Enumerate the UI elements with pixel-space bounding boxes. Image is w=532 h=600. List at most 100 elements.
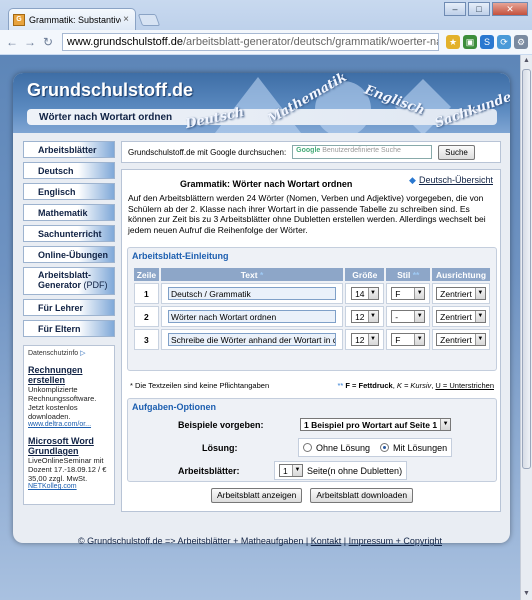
close-window-icon[interactable]: ✕ (492, 2, 528, 16)
style-cell: F ▼ (386, 283, 430, 304)
legend-f: F = Fettdruck (345, 381, 393, 390)
solution-label: Lösung: (202, 442, 238, 453)
star-icon[interactable]: ★ (446, 35, 460, 49)
text-input-2[interactable]: Wörter nach Wortart ordnen (167, 310, 336, 323)
radio-mit-loesungen[interactable] (380, 443, 390, 452)
ad-title-1[interactable]: Rechnungen erstellen (28, 365, 110, 385)
text-input-3[interactable]: Schreibe die Wörter anhand der Wortart i… (167, 333, 336, 346)
size-select-1[interactable]: 14 ▼ (351, 287, 379, 300)
reload-icon[interactable]: ↻ (40, 34, 56, 50)
intro-text: Auf den Arbeitsblättern werden 24 Wörter… (128, 193, 486, 235)
skype-icon[interactable]: S (480, 35, 494, 49)
browser-tab[interactable]: G Grammatik: Substantive, V × (8, 8, 136, 30)
sidebar-item-fuer-lehrer[interactable]: Für Lehrer (23, 299, 115, 316)
wrench-icon[interactable]: ⚙ (514, 35, 528, 49)
row-number: 2 (134, 306, 159, 327)
col-text-ast: * (259, 269, 264, 280)
options-section: Aufgaben-Optionen Beispiele vorgeben: 1 … (127, 398, 497, 482)
radio-ohne-label: Ohne Lösung (316, 442, 371, 453)
ad-text-1: Unkomplizierte Rechnungssoftware. Jetzt … (28, 385, 97, 421)
deutsch-overview-label: Deutsch-Übersicht (418, 175, 493, 185)
dropdown-arrow-icon: ▼ (367, 311, 378, 322)
align-cell: Zentriert ▼ (431, 306, 490, 327)
sidebar-item-generator[interactable]: Arbeitsblatt-Generator (PDF) (23, 267, 115, 295)
scroll-thumb[interactable] (522, 69, 531, 469)
sheets-select[interactable]: 1 ▼ (279, 464, 303, 477)
deutsch-overview-link[interactable]: ◆ Deutsch-Übersicht (409, 175, 493, 186)
sidebar-item-fuer-eltern[interactable]: Für Eltern (23, 320, 115, 337)
style-select-2[interactable]: - ▼ (391, 310, 426, 323)
examples-value: 1 Beispiel pro Wortart auf Seite 1 (304, 419, 438, 430)
align-select-3[interactable]: Zentriert ▼ (436, 333, 486, 346)
row-number: 3 (134, 329, 159, 350)
legend-ast: ** (337, 381, 344, 390)
style-select-1[interactable]: F ▼ (391, 287, 426, 300)
sidebar-item-arbeitsblaetter[interactable]: Arbeitsblätter (23, 141, 115, 158)
sidebar-item-mathematik[interactable]: Mathematik (23, 204, 115, 221)
search-input[interactable]: Google Benutzerdefinierte Suche (292, 145, 433, 159)
align-select-2[interactable]: Zentriert ▼ (436, 310, 486, 323)
sync-icon[interactable]: ⟳ (497, 35, 511, 49)
footer-kontakt-link[interactable]: Kontakt (311, 536, 342, 546)
radio-ohne-loesung[interactable] (303, 443, 312, 452)
search-placeholder: Benutzerdefinierte Suche (322, 147, 401, 154)
dropdown-arrow-icon: ▼ (440, 419, 451, 430)
align-select-1[interactable]: Zentriert ▼ (436, 287, 486, 300)
col-groesse: Größe (345, 268, 385, 281)
legend-k: K = Kursiv (396, 381, 432, 390)
col-text-label: Text (240, 269, 258, 280)
page-title: Grammatik: Wörter nach Wortart ordnen (180, 179, 353, 189)
maximize-icon[interactable]: □ (468, 2, 490, 16)
legend-right: ** F = Fettdruck, K = Kursiv, U = Unters… (337, 381, 494, 390)
dropdown-arrow-icon: ▼ (474, 288, 485, 299)
style-select-3[interactable]: F ▼ (391, 333, 426, 346)
back-icon[interactable]: ← (4, 34, 20, 50)
scroll-up-icon[interactable]: ▲ (521, 55, 532, 67)
show-worksheet-button[interactable]: Arbeitsblatt anzeigen (210, 488, 303, 503)
ad-choices[interactable]: Datenschutzinfo ▷ (28, 349, 110, 357)
dropdown-arrow-icon: ▼ (474, 334, 485, 345)
tab-close-icon[interactable]: × (121, 14, 131, 25)
col-text: Text * (160, 268, 344, 281)
text-cell: Schreibe die Wörter anhand der Wortart i… (160, 329, 344, 350)
site-header: Grundschulstoff.de Wörter nach Wortart o… (13, 73, 510, 133)
solution-row: Lösung: Ohne Lösung Mit Lösungen (202, 438, 453, 457)
examples-select[interactable]: 1 Beispiel pro Wortart auf Seite 1 ▼ (300, 418, 452, 431)
align-cell: Zentriert ▼ (431, 283, 490, 304)
style-legend: * Die Textzeilen sind keine Pflichtangab… (130, 381, 494, 390)
radio-mit-label: Mit Lösungen (393, 442, 448, 453)
google-logo: Google (296, 147, 321, 154)
ad-choices-icon: ▷ (80, 350, 86, 357)
align-value: Zentriert (440, 311, 472, 322)
sheets-suffix: Seite(n ohne Dubletten) (307, 465, 403, 476)
minimize-icon[interactable]: – (444, 2, 466, 16)
style-value: F (395, 288, 401, 299)
sidebar-item-sachunterricht[interactable]: Sachunterricht (23, 225, 115, 242)
sidebar-item-online-uebungen[interactable]: Online-Übungen (23, 246, 115, 263)
ad-url-1[interactable]: www.deltra.com/or... (28, 421, 110, 428)
site-logo[interactable]: Grundschulstoff.de (27, 80, 193, 101)
new-tab-button[interactable] (137, 14, 161, 26)
ad-url-2[interactable]: NETKolleg.com (28, 483, 110, 490)
sidebar-item-englisch[interactable]: Englisch (23, 183, 115, 200)
text-input-1[interactable]: Deutsch / Grammatik (167, 287, 336, 300)
ad-title-2[interactable]: Microsoft Word Grundlagen (28, 436, 110, 456)
size-select-3[interactable]: 12 ▼ (351, 333, 379, 346)
site-search: Grundschulstoff.de mit Google durchsuche… (121, 141, 501, 163)
text-cell: Deutsch / Grammatik (160, 283, 344, 304)
style-value: - (395, 311, 399, 322)
forward-icon[interactable]: → (22, 34, 38, 50)
address-bar[interactable]: www.grundschulstoff.de/arbeitsblatt-gene… (62, 33, 439, 51)
page-scrollbar[interactable]: ▲ ▼ (520, 55, 532, 600)
download-worksheet-button[interactable]: Arbeitsblatt downloaden (310, 488, 414, 503)
scroll-down-icon[interactable]: ▼ (521, 588, 532, 600)
search-button[interactable]: Suche (438, 144, 475, 160)
size-select-2[interactable]: 12 ▼ (351, 310, 379, 323)
sidebar-nav: Arbeitsblätter Deutsch Englisch Mathemat… (23, 141, 115, 505)
footer-impressum-link[interactable]: Impressum + Copyright (349, 536, 442, 546)
dropdown-arrow-icon: ▼ (414, 334, 425, 345)
sheets-label: Arbeitsblätter: (178, 465, 240, 476)
generator-panel: Grammatik: Wörter nach Wortart ordnen ◆ D… (121, 169, 501, 512)
extension-icon[interactable]: ▣ (463, 35, 477, 49)
sidebar-item-deutsch[interactable]: Deutsch (23, 162, 115, 179)
